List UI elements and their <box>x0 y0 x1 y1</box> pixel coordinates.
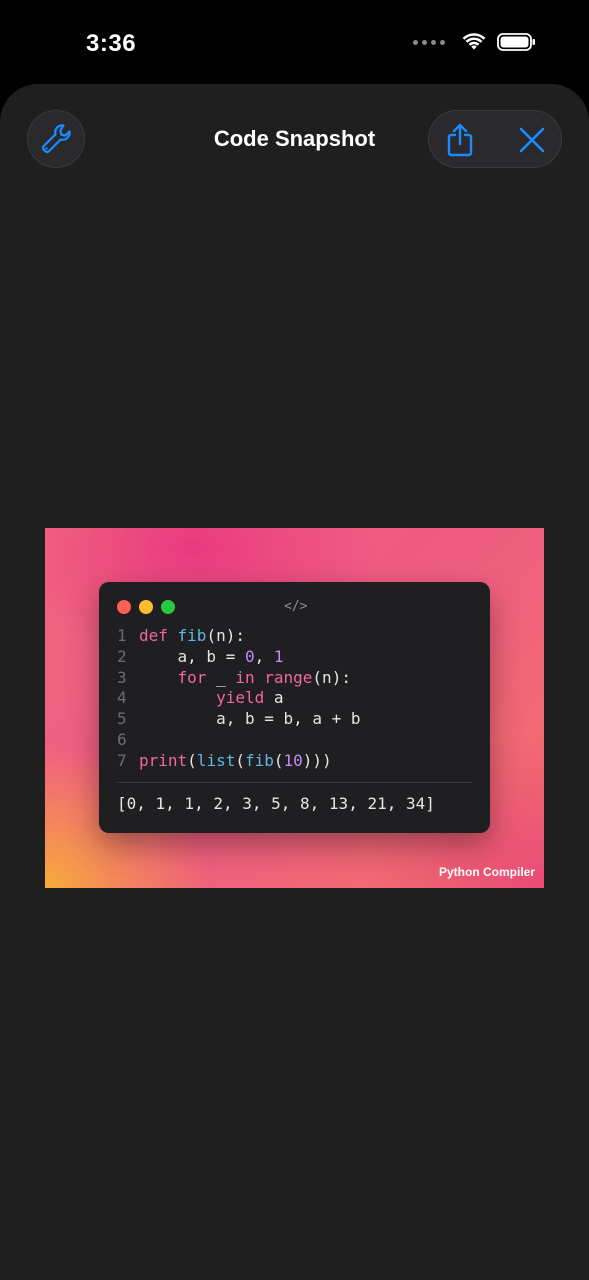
code-token: 10 <box>283 750 303 770</box>
code-block: 1 def fib(n): 2 a, b = 0, 13 for _ in rang… <box>117 626 361 772</box>
code-token: fib <box>244 750 274 770</box>
code-output: [0, 1, 1, 2, 3, 5, 8, 13, 21, 34] <box>117 794 435 813</box>
window-controls <box>117 600 175 614</box>
watermark: Python Compiler <box>438 865 535 879</box>
code-token: a, b = b, a + b <box>139 709 361 729</box>
line-number: 2 <box>117 646 127 666</box>
code-token: ( <box>235 750 245 770</box>
line-number: 6 <box>117 729 127 749</box>
code-token: a <box>264 688 284 708</box>
line-number: 3 <box>117 667 127 687</box>
red-dot-icon <box>117 600 131 614</box>
snapshot-sheet: Code Snapshot </> 1 def fib(n): 2 a, b = 0… <box>0 84 589 1280</box>
code-token: in <box>235 667 255 687</box>
line-number: 4 <box>117 688 127 708</box>
code-line: 5 a, b = b, a + b <box>117 709 361 730</box>
battery-icon <box>497 33 535 51</box>
code-token: 0 <box>244 646 255 666</box>
code-snapshot-image: </> 1 def fib(n): 2 a, b = 0, 13 for _ in … <box>45 528 544 888</box>
yellow-dot-icon <box>139 600 153 614</box>
cellular-signal-icon <box>413 39 445 45</box>
status-time: 3:36 <box>86 30 137 57</box>
code-line: 3 for _ in range(n): <box>117 668 361 689</box>
code-token: ))) <box>302 750 332 770</box>
line-number: 7 <box>117 750 127 770</box>
code-token: yield <box>216 688 265 708</box>
code-token: fib <box>177 626 207 645</box>
code-token: range <box>264 667 313 687</box>
code-window: </> 1 def fib(n): 2 a, b = 0, 13 for _ in … <box>99 582 490 833</box>
close-icon <box>519 127 545 153</box>
code-line: 1 def fib(n): <box>117 626 361 647</box>
code-token: (n): <box>312 667 351 687</box>
action-pill <box>428 110 562 168</box>
code-line: 2 a, b = 0, 1 <box>117 647 361 668</box>
output-divider <box>117 782 472 783</box>
code-line: 7 print(list(fib(10))) <box>117 751 361 772</box>
code-line: 6 <box>117 730 361 751</box>
code-token: ( <box>187 750 197 770</box>
code-token: 1 <box>273 646 284 666</box>
code-token: ( <box>273 750 284 770</box>
close-button[interactable] <box>513 121 551 159</box>
code-token: for <box>177 667 207 687</box>
code-token: a, b = <box>139 646 245 666</box>
code-token: def <box>139 626 178 645</box>
share-button[interactable] <box>441 121 479 159</box>
code-token: _ <box>206 667 236 687</box>
code-token: (n): <box>206 626 245 645</box>
line-number: 1 <box>117 626 127 645</box>
status-indicators <box>413 32 537 52</box>
code-line: 4 yield a <box>117 688 361 709</box>
code-token: list <box>196 750 236 770</box>
line-number: 5 <box>117 709 127 729</box>
status-bar: 3:36 <box>0 0 589 84</box>
green-dot-icon <box>161 600 175 614</box>
code-token: , <box>254 646 274 666</box>
wifi-icon <box>462 33 486 50</box>
code-token: print <box>139 750 188 770</box>
share-icon <box>447 123 473 157</box>
code-brackets-icon: </> <box>284 599 308 614</box>
